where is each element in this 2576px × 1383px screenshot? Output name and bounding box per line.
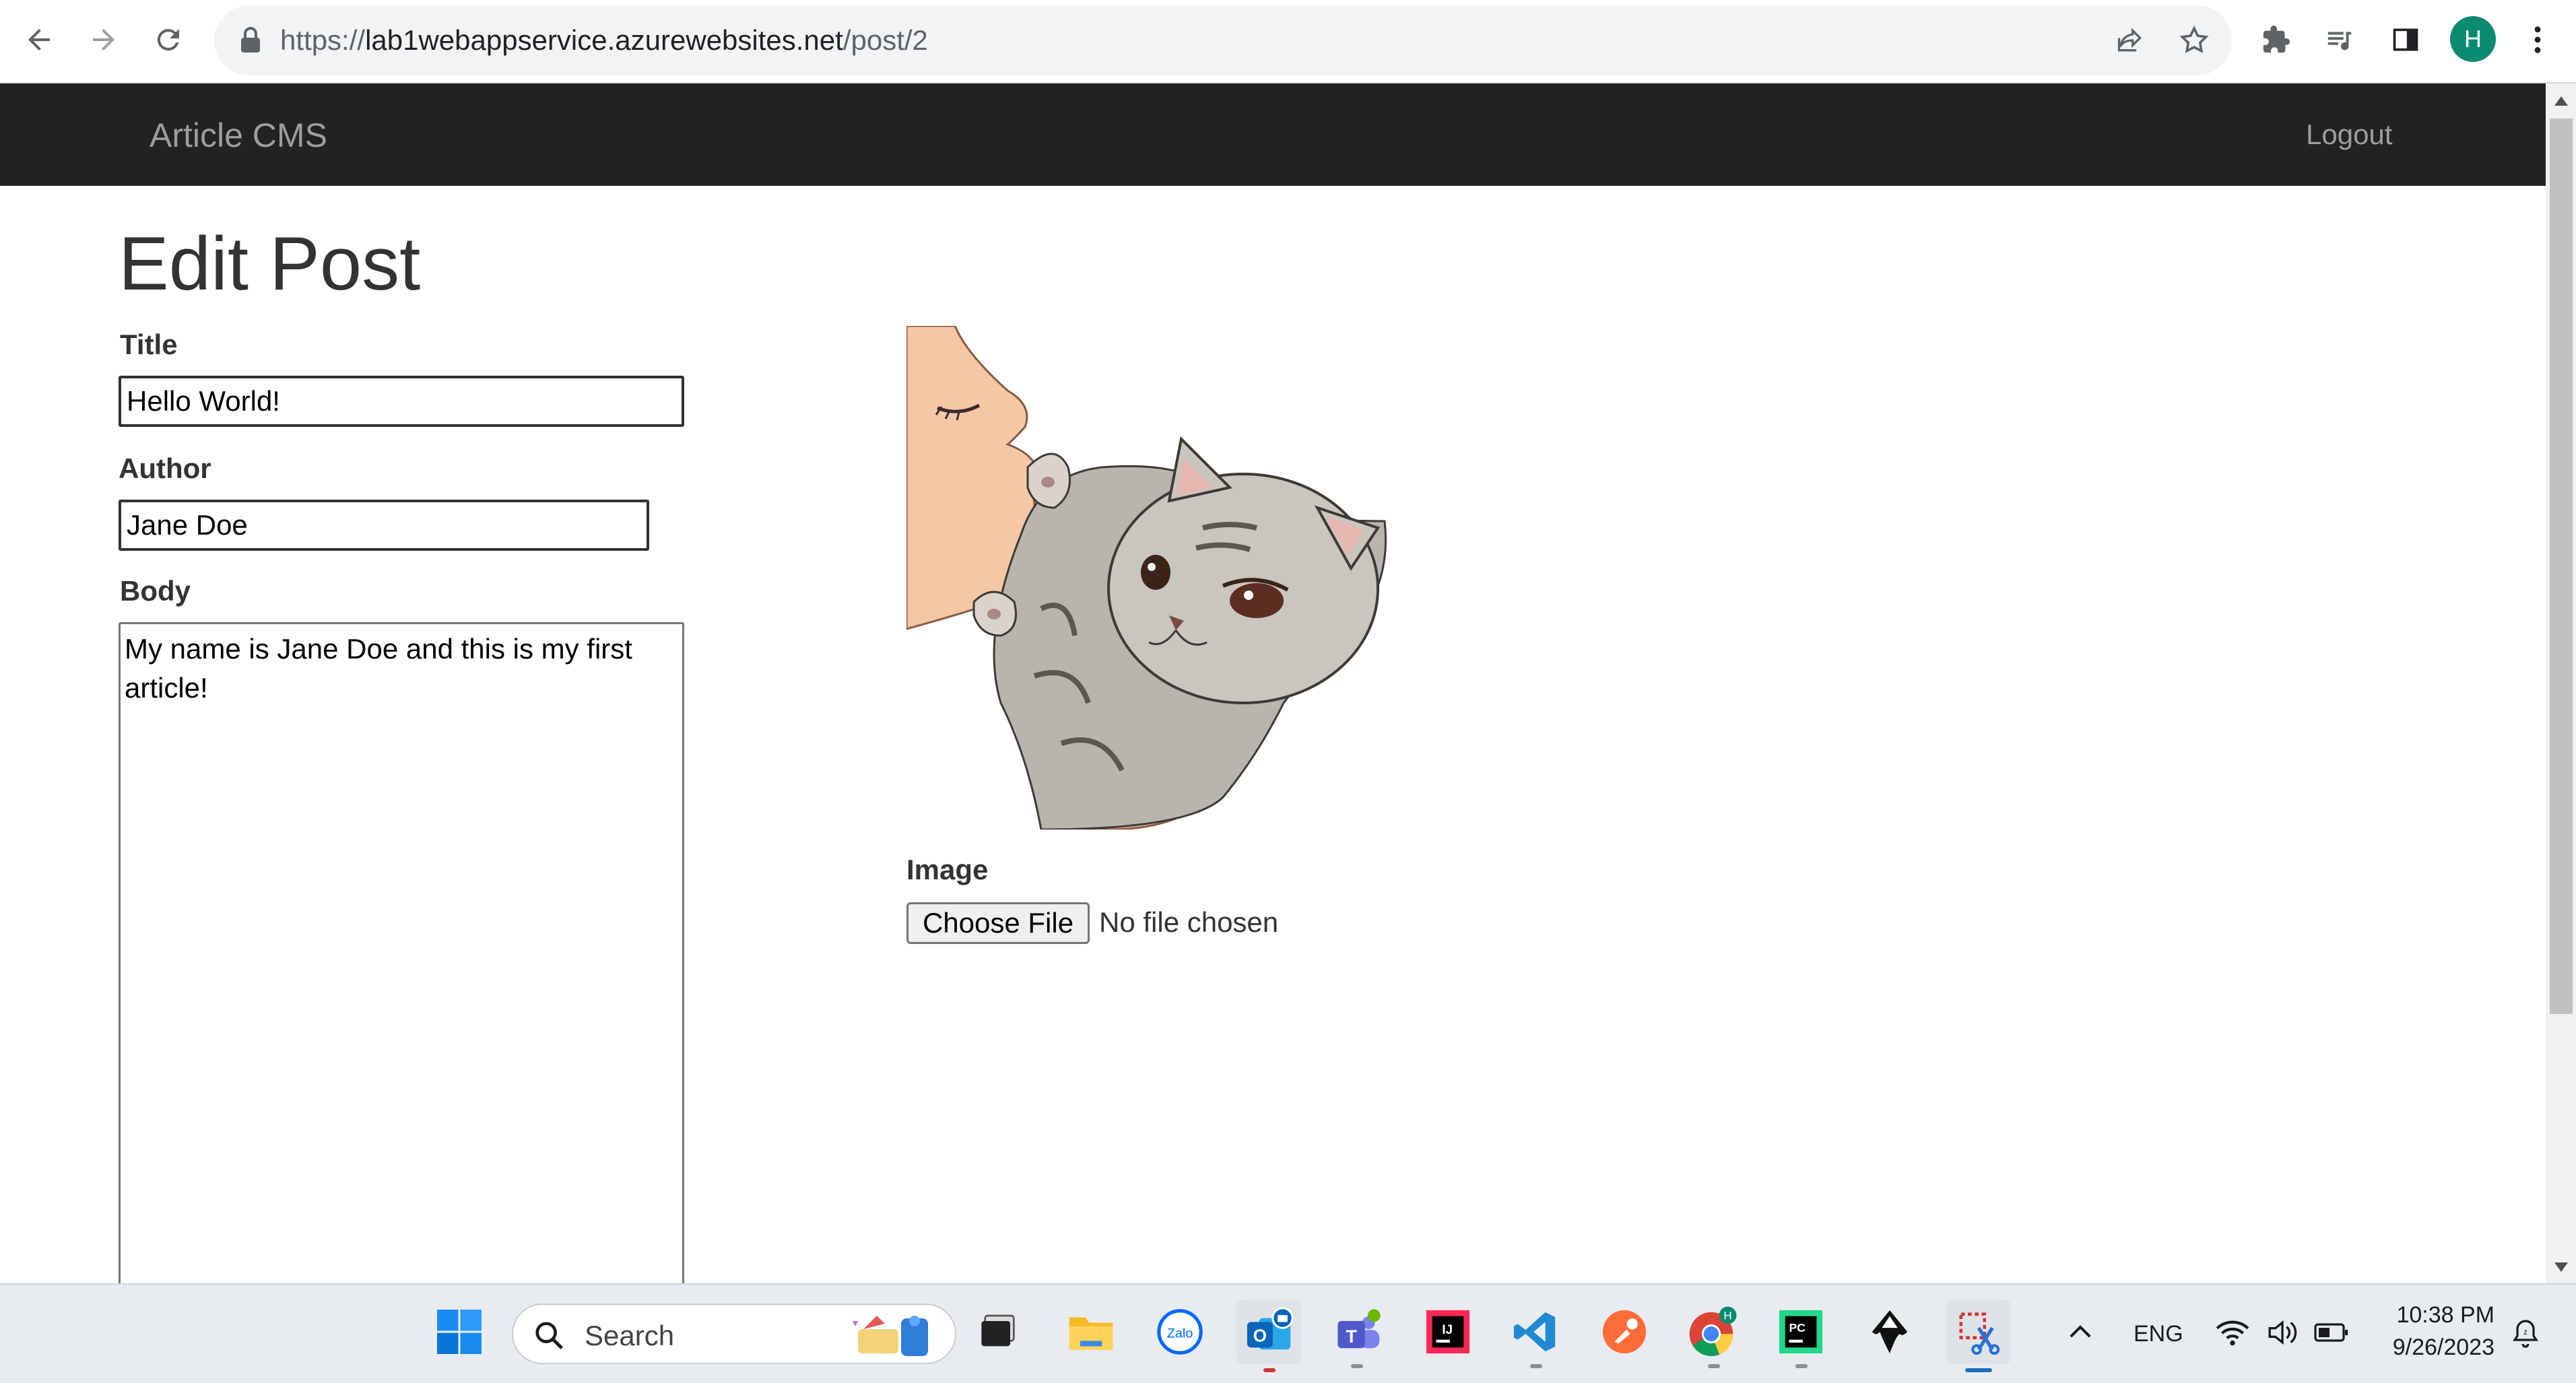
chevron-up-icon bbox=[2070, 1325, 2091, 1338]
playlist-icon bbox=[2327, 32, 2352, 50]
task-view-icon bbox=[981, 1314, 1015, 1347]
clock-date[interactable]: 9/26/2023 bbox=[2379, 1335, 2495, 1361]
intellij-icon: IJ bbox=[1426, 1310, 1470, 1354]
media-control-button[interactable] bbox=[2314, 14, 2365, 65]
postman-icon bbox=[1602, 1310, 1647, 1354]
taskbar-inkscape[interactable] bbox=[1857, 1300, 1922, 1364]
back-button[interactable] bbox=[13, 14, 65, 65]
page-title: Edit Post bbox=[119, 222, 421, 306]
url-text: https://lab1webappservice.azurewebsites.… bbox=[280, 24, 928, 57]
body-textarea[interactable]: My name is Jane Doe and this is my first… bbox=[119, 622, 684, 1283]
outlook-icon: O bbox=[1247, 1307, 1294, 1350]
url-host: lab1webappservice.azurewebsites.net bbox=[365, 24, 843, 56]
extensions-button[interactable] bbox=[2251, 14, 2302, 65]
file-explorer-icon bbox=[1069, 1317, 1113, 1350]
address-bar[interactable]: https://lab1webappservice.azurewebsites.… bbox=[214, 5, 2232, 75]
teams-icon: T bbox=[1337, 1309, 1381, 1349]
start-button[interactable] bbox=[427, 1300, 492, 1364]
browser-toolbar: https://lab1webappservice.azurewebsites.… bbox=[0, 0, 2576, 83]
taskbar-outlook[interactable]: O bbox=[1236, 1300, 1301, 1364]
taskbar-task-view[interactable] bbox=[967, 1300, 1032, 1364]
svg-text:IJ: IJ bbox=[1442, 1323, 1453, 1337]
taskbar-search-box[interactable]: Search bbox=[512, 1304, 956, 1364]
title-input[interactable] bbox=[119, 376, 684, 427]
taskbar-file-explorer[interactable] bbox=[1059, 1300, 1123, 1364]
teams-running-indicator bbox=[1351, 1364, 1363, 1368]
choose-file-button[interactable]: Choose File bbox=[906, 902, 1090, 944]
svg-text:O: O bbox=[1253, 1326, 1267, 1346]
zalo-icon: Zalo bbox=[1157, 1309, 1203, 1355]
taskbar-intellij[interactable]: IJ bbox=[1416, 1300, 1480, 1364]
volume-icon[interactable] bbox=[2267, 1318, 2298, 1347]
snipping-tool-icon bbox=[1959, 1312, 2000, 1355]
pycharm-running-indicator bbox=[1795, 1364, 1808, 1368]
chrome-running-indicator bbox=[1708, 1364, 1720, 1368]
chrome-icon: H bbox=[1689, 1306, 1737, 1357]
svg-text:PC: PC bbox=[1789, 1321, 1806, 1335]
svg-text:T: T bbox=[1346, 1326, 1357, 1347]
search-icon bbox=[535, 1322, 563, 1349]
notification-bell-icon[interactable]: z bbox=[2511, 1317, 2540, 1349]
taskbar-postman[interactable] bbox=[1592, 1300, 1657, 1364]
scroll-up-arrow[interactable] bbox=[2546, 86, 2576, 116]
vscode-running-indicator bbox=[1530, 1364, 1542, 1368]
reload-button[interactable] bbox=[143, 14, 194, 65]
svg-text:z: z bbox=[2523, 1327, 2528, 1337]
battery-icon[interactable] bbox=[2314, 1321, 2349, 1344]
file-status-text: No file chosen bbox=[1099, 906, 1279, 938]
post-image bbox=[906, 326, 1390, 830]
outlook-notification-indicator bbox=[1263, 1368, 1276, 1372]
forward-arrow-icon bbox=[93, 29, 114, 50]
vscode-icon bbox=[1513, 1312, 1556, 1352]
bookmark-star-icon[interactable] bbox=[2178, 24, 2210, 57]
side-panel-button[interactable] bbox=[2380, 14, 2431, 65]
kebab-menu-icon bbox=[2534, 26, 2541, 53]
inkscape-icon bbox=[1872, 1310, 1908, 1353]
side-panel-icon bbox=[2393, 28, 2418, 51]
wifi-icon[interactable] bbox=[2216, 1318, 2249, 1347]
author-label: Author bbox=[119, 452, 211, 484]
taskbar-teams[interactable]: T bbox=[1325, 1300, 1390, 1364]
taskbar-vscode[interactable] bbox=[1503, 1300, 1568, 1364]
reload-icon bbox=[157, 29, 179, 51]
site-brand-link[interactable]: Article CMS bbox=[150, 116, 327, 155]
triangle-down-icon bbox=[2554, 1262, 2568, 1272]
clock-time[interactable]: 10:38 PM bbox=[2389, 1302, 2495, 1328]
svg-text:H: H bbox=[1723, 1310, 1731, 1322]
search-placeholder: Search bbox=[585, 1320, 675, 1351]
windows-start-icon bbox=[437, 1310, 482, 1354]
taskbar-zalo[interactable]: Zalo bbox=[1148, 1300, 1212, 1364]
scroll-down-arrow[interactable] bbox=[2546, 1252, 2576, 1282]
taskbar-chrome[interactable]: H bbox=[1681, 1300, 1746, 1364]
body-label: Body bbox=[120, 575, 191, 607]
author-input[interactable] bbox=[119, 500, 649, 551]
forward-button[interactable] bbox=[78, 14, 129, 65]
image-label: Image bbox=[906, 854, 989, 885]
svg-text:Zalo: Zalo bbox=[1167, 1326, 1193, 1341]
search-highlight-illustration-icon bbox=[853, 1316, 928, 1356]
profile-avatar[interactable]: H bbox=[2450, 16, 2496, 62]
page-viewport: Article CMS Logout Edit Post Title Autho… bbox=[0, 83, 2546, 1283]
taskbar-pycharm[interactable]: PC bbox=[1769, 1300, 1833, 1364]
site-navbar: Article CMS Logout bbox=[0, 83, 2546, 186]
pycharm-icon: PC bbox=[1779, 1310, 1823, 1354]
url-scheme: https:// bbox=[280, 24, 366, 56]
share-icon[interactable] bbox=[2115, 26, 2146, 55]
back-arrow-icon bbox=[28, 29, 50, 50]
page-scrollbar[interactable] bbox=[2546, 83, 2576, 1283]
windows-taskbar: Search Zalo O T IJ H PC ENG 10:38 PM 9/2… bbox=[0, 1283, 2576, 1383]
taskbar-snipping-tool[interactable] bbox=[1946, 1300, 2011, 1364]
logout-link[interactable]: Logout bbox=[2306, 119, 2392, 151]
scroll-thumb[interactable] bbox=[2550, 119, 2573, 1014]
triangle-up-icon bbox=[2554, 96, 2568, 106]
lock-icon bbox=[241, 27, 260, 53]
menu-button[interactable] bbox=[2512, 14, 2563, 65]
title-label: Title bbox=[120, 329, 178, 360]
language-indicator[interactable]: ENG bbox=[2134, 1321, 2183, 1347]
snipping-tool-active-indicator bbox=[1965, 1368, 1992, 1372]
url-path: /post/2 bbox=[843, 24, 928, 56]
show-hidden-icons-button[interactable] bbox=[2050, 1300, 2111, 1364]
puzzle-icon bbox=[2263, 25, 2290, 53]
